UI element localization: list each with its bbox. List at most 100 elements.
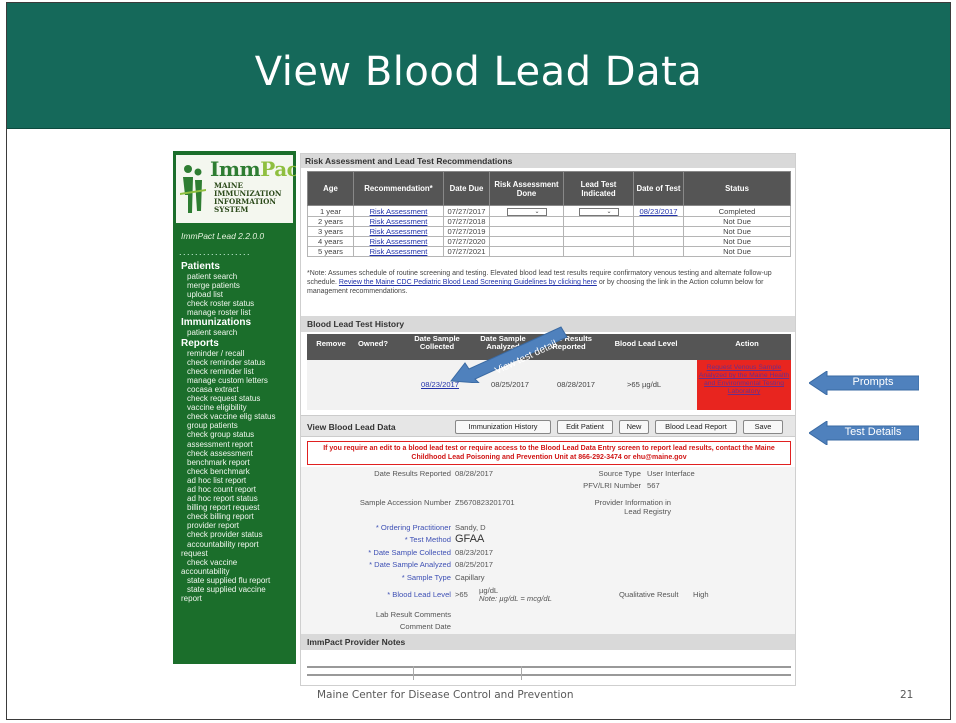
nav-item[interactable]: check vaccine elig status [181,412,295,421]
risk-note: *Note: Assumes schedule of routine scree… [307,269,791,296]
blood-lead-level: >65 µg/dL [627,380,662,389]
nav-item[interactable]: patient search [181,272,295,281]
title-bar: View Blood Lead Data [7,3,950,129]
nav-item[interactable]: manage roster list [181,308,295,317]
nav-item[interactable]: vaccine eligibility [181,403,295,412]
cell-test [633,246,684,257]
nav-item[interactable]: ad hoc report status [181,494,295,503]
cell-done: ⌄ [489,205,564,217]
nav-item[interactable]: check roster status [181,299,295,308]
nav-item[interactable]: reminder / recall [181,349,295,358]
risk-header: Risk Assessment and Lead Test Recommenda… [301,154,795,168]
value: >65 [455,590,468,599]
cell-done [489,246,564,257]
nav-item[interactable]: request [181,549,295,558]
nav-item[interactable]: check billing report [181,512,295,521]
col-header: Date Due [443,171,490,206]
value: Capillary [455,573,485,582]
label: Comment Date [399,622,451,631]
value: 08/28/2017 [455,469,494,478]
cell-status: Not Due [683,216,791,227]
col-header: Remove [316,339,346,348]
nav-item[interactable]: billing report request [181,503,295,512]
nav-item[interactable]: accountability [181,567,295,576]
nav-item[interactable]: check provider status [181,530,295,539]
divider [307,666,791,669]
cell-test [633,236,684,247]
action-prompt-link[interactable]: Request Venous Sample Analyzed by the Ma… [697,360,791,410]
cell-indicated [563,236,634,247]
divider [521,666,522,680]
date-of-test-link[interactable]: 08/23/2017 [633,205,684,217]
col-header: Risk Assessment Done [489,171,564,206]
col-header: Status [683,171,791,206]
save-button[interactable]: Save [743,420,783,434]
nav-item[interactable]: report [181,594,295,603]
cell-done [489,226,564,237]
label: Lab Result Comments [375,610,451,619]
risk-assessment-link[interactable]: Risk Assessment [353,205,444,217]
nav-item[interactable]: check vaccine [181,558,295,567]
provider-notes-header: ImmPact Provider Notes [301,634,795,650]
blood-lead-report-button[interactable]: Blood Lead Report [655,420,737,434]
cell-age: 2 years [307,216,354,227]
cell-age: 3 years [307,226,354,237]
nav-item[interactable]: assessment report [181,440,295,449]
nav-item[interactable]: benchmark report [181,458,295,467]
value: GFAA [455,533,485,545]
divider [413,666,414,680]
page-number: 21 [900,689,914,701]
nav-item[interactable]: check benchmark [181,467,295,476]
nav-item[interactable]: merge patients [181,281,295,290]
immunization-history-button[interactable]: Immunization History [455,420,551,434]
col-header: Owned? [358,339,388,348]
label: * Test Method [404,535,451,544]
value: 08/25/2017 [455,560,494,569]
risk-assessment-link[interactable]: Risk Assessment [353,246,444,257]
nav-item[interactable]: check group status [181,430,295,439]
nav-item[interactable]: manage custom letters [181,376,295,385]
risk-assessment-link[interactable]: Risk Assessment [353,216,444,227]
nav-item[interactable]: state supplied vaccine [181,585,295,594]
edit-patient-button[interactable]: Edit Patient [557,420,613,434]
table-row: 2 years Risk Assessment 07/27/2018 Not D… [307,216,791,227]
risk-assessment-link[interactable]: Risk Assessment [353,226,444,237]
immpact-logo: ImmPact MAINE IMMUNIZATION INFORMATION S… [176,155,296,223]
slide-title: View Blood Lead Data [254,49,703,95]
new-button[interactable]: New [619,420,649,434]
risk-assessment-link[interactable]: Risk Assessment [353,236,444,247]
label: PFV/LRI Number [583,481,641,490]
cell-due: 07/27/2017 [443,205,490,217]
nav-item[interactable]: state supplied flu report [181,576,295,585]
family-logo-icon [180,165,206,213]
nav-item[interactable]: group patients [181,421,295,430]
divider [307,674,791,677]
test-details-label: Test Details [844,426,902,438]
label: Provider Information in Lead Registry [594,498,671,516]
nav-section-reports: Reports [181,337,219,349]
nav-item[interactable]: check reminder status [181,358,295,367]
risk-table: Age Recommendation* Date Due Risk Assess… [307,171,791,257]
lead-test-select[interactable]: ⌄ [578,208,619,216]
view-label: View Blood Lead Data [307,422,396,432]
col-header: Lead Test Indicated [563,171,634,206]
nav-item[interactable]: check request status [181,394,295,403]
nav-item[interactable]: ad hoc count report [181,485,295,494]
col-header: Date of Test [633,171,684,206]
label: * Date Sample Analyzed [369,560,451,569]
nav-item[interactable]: upload list [181,290,295,299]
nav-item[interactable]: check reminder list [181,367,295,376]
cell-done [489,236,564,247]
nav-item[interactable]: accountability report [181,540,295,549]
nav-item[interactable]: check assessment [181,449,295,458]
table-row: 1 year Risk Assessment 07/27/2017 ⌄ ⌄ 08… [307,205,791,217]
label: * Date Sample Collected [368,548,451,557]
nav-item[interactable]: provider report [181,521,295,530]
nav-item[interactable]: ad hoc list report [181,476,295,485]
guidelines-link[interactable]: Review the Maine CDC Pediatric Blood Lea… [339,279,597,286]
label: * Blood Lead Level [387,590,451,599]
sidebar: ImmPact MAINE IMMUNIZATION INFORMATION S… [173,151,296,664]
risk-done-select[interactable]: ⌄ [506,208,547,216]
nav-item[interactable]: cocasa extract [181,385,295,394]
nav-item[interactable]: patient search [181,328,295,337]
